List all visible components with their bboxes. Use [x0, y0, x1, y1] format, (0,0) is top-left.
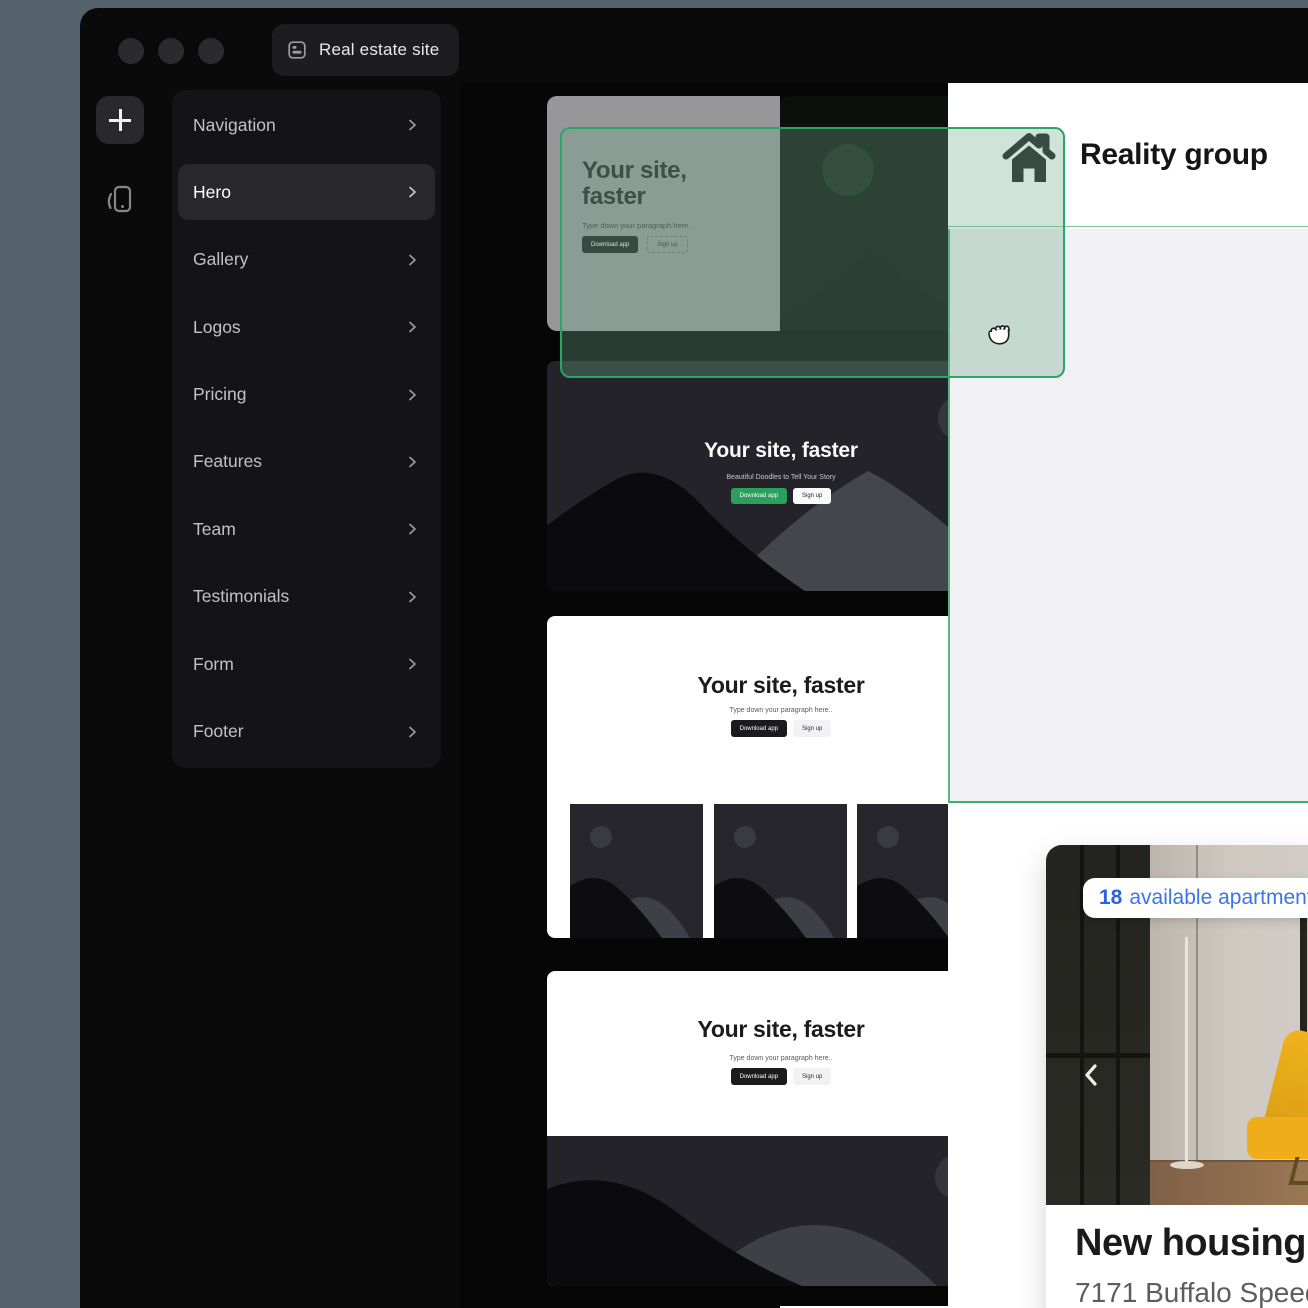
sidebar-item-label: Footer: [193, 721, 405, 742]
sign-up-button: Sign up: [793, 1068, 831, 1085]
chevron-right-icon: [405, 590, 419, 604]
sections-menu: Navigation Hero Gallery Logos Pricing Fe…: [172, 90, 441, 768]
hero-variant-dark[interactable]: Your site, faster Beautiful Doodles to T…: [547, 361, 1015, 591]
sidebar-item-label: Pricing: [193, 384, 405, 405]
download-app-button: Download app: [731, 720, 787, 737]
sidebar-item-label: Gallery: [193, 249, 405, 270]
grab-cursor: [983, 315, 1017, 349]
listing-card[interactable]: 18 available apartments New housing 7171…: [1046, 845, 1308, 1308]
sidebar-item-label: Hero: [193, 182, 405, 203]
sign-up-button: Sign up: [793, 720, 831, 737]
device-preview-button[interactable]: [102, 180, 138, 220]
variant-subtitle: Type down your paragraph here..: [547, 1055, 1015, 1062]
listing-title: New housing: [1075, 1222, 1308, 1265]
sidebar-item-label: Team: [193, 519, 405, 540]
desktop: { "titlebar": { "title": "Real estate si…: [0, 0, 1308, 1308]
project-icon: [286, 39, 308, 61]
variant-title: Your site, faster: [547, 1016, 1015, 1043]
sidebar-item-pricing[interactable]: Pricing: [178, 367, 435, 423]
chevron-right-icon: [405, 522, 419, 536]
sidebar-item-team[interactable]: Team: [178, 501, 435, 557]
chevron-right-icon: [405, 118, 419, 132]
window-close-button[interactable]: [118, 38, 144, 64]
sidebar-item-features[interactable]: Features: [178, 434, 435, 490]
window-minimize-button[interactable]: [158, 38, 184, 64]
sidebar-item-gallery[interactable]: Gallery: [178, 232, 435, 288]
image-placeholder: [570, 804, 703, 938]
sidebar-item-label: Navigation: [193, 115, 405, 136]
project-title: Real estate site: [319, 40, 439, 60]
add-section-button[interactable]: [96, 96, 144, 144]
chevron-right-icon: [405, 725, 419, 739]
variant-subtitle: Type down your paragraph here..: [547, 707, 1015, 714]
site-brand: Reality group: [1080, 138, 1268, 172]
sign-up-button: Sign up: [793, 488, 831, 504]
hero-variant-gallery[interactable]: Your site, faster Type down your paragra…: [547, 616, 1015, 938]
download-app-button: Download app: [731, 488, 787, 504]
listing-photo: 18 available apartments: [1046, 845, 1308, 1205]
listing-address: 7171 Buffalo Speedway: [1075, 1277, 1308, 1308]
titlebar: Real estate site: [80, 8, 1308, 83]
hero-image-placeholder: [547, 1136, 1015, 1286]
chevron-right-icon: [405, 320, 419, 334]
sidebar-item-label: Form: [193, 654, 405, 675]
sidebar-item-form[interactable]: Form: [178, 636, 435, 692]
image-placeholder: [714, 804, 847, 938]
carousel-prev-button[interactable]: [1082, 1063, 1100, 1087]
floor-lamp-base: [1170, 1161, 1204, 1169]
variant-subtitle: Beautiful Doodles to Tell Your Story: [547, 474, 1015, 481]
chevron-right-icon: [405, 455, 419, 469]
yellow-chair-seat: [1247, 1117, 1308, 1159]
listing-info: New housing 7171 Buffalo Speedway: [1046, 1205, 1308, 1308]
chevron-right-icon: [405, 388, 419, 402]
sidebar-item-navigation[interactable]: Navigation: [178, 97, 435, 153]
project-title-chip[interactable]: Real estate site: [272, 24, 459, 76]
window-zoom-button[interactable]: [198, 38, 224, 64]
plus-icon: [109, 109, 131, 131]
variant-title: Your site, faster: [547, 672, 1015, 699]
sidebar-item-label: Testimonials: [193, 586, 405, 607]
availability-badge: 18 available apartments: [1083, 878, 1308, 918]
sidebar-item-label: Features: [193, 451, 405, 472]
floor-lamp: [1185, 937, 1188, 1165]
chevron-right-icon: [405, 253, 419, 267]
sidebar-item-hero[interactable]: Hero: [178, 164, 435, 220]
mobile-device-icon: [104, 182, 136, 218]
sidebar-item-label: Logos: [193, 317, 405, 338]
badge-label: available apartments: [1129, 886, 1308, 910]
download-app-button: Download app: [731, 1068, 787, 1085]
hero-variant-split[interactable]: Your site, faster Type down your paragra…: [547, 971, 1015, 1286]
sidebar-item-footer[interactable]: Footer: [178, 704, 435, 760]
sidebar-item-testimonials[interactable]: Testimonials: [178, 569, 435, 625]
chevron-right-icon: [405, 185, 419, 199]
chevron-right-icon: [405, 657, 419, 671]
badge-count: 18: [1099, 886, 1122, 910]
sidebar-item-logos[interactable]: Logos: [178, 299, 435, 355]
variant-title: Your site, faster: [547, 439, 1015, 463]
